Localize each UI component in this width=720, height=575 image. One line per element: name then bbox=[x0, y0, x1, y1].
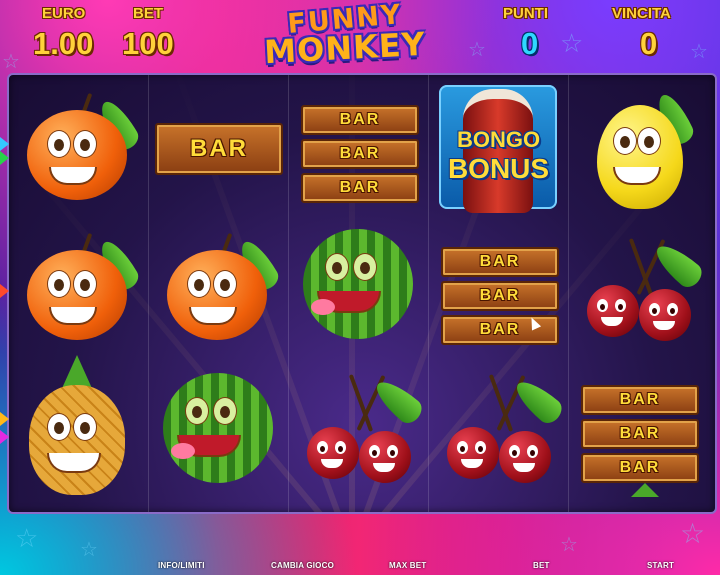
payline-marker bbox=[0, 412, 9, 426]
payline-marker bbox=[0, 137, 9, 151]
symbol-orange bbox=[149, 215, 288, 355]
reel-3: BAR BAR BAR bbox=[289, 75, 429, 512]
punti-label: PUNTI bbox=[503, 5, 548, 22]
star-decoration: ☆ bbox=[680, 518, 706, 549]
star-decoration: ☆ bbox=[690, 41, 708, 63]
max-bet-button[interactable]: MAX BET bbox=[389, 561, 426, 570]
vincita-label: VINCITA bbox=[612, 5, 671, 22]
bar-text: BAR bbox=[619, 459, 661, 476]
symbol-bar: BAR bbox=[149, 75, 288, 215]
bar-text: BAR bbox=[339, 111, 381, 128]
symbol-triple-bar: BAR BAR BAR bbox=[429, 215, 568, 355]
bar-text: BAR bbox=[479, 287, 521, 304]
change-game-button[interactable]: CAMBIA GIOCO bbox=[271, 561, 334, 570]
tongue bbox=[171, 443, 195, 459]
symbol-cherries bbox=[289, 355, 428, 495]
symbol-watermelon bbox=[289, 215, 428, 355]
reel-4: BONGO BONUS BAR BAR BAR bbox=[429, 75, 569, 512]
star-decoration: ☆ bbox=[15, 523, 39, 553]
bar-text: BAR bbox=[619, 391, 661, 408]
symbol-watermelon bbox=[149, 355, 288, 495]
bet-button[interactable]: BET bbox=[533, 561, 550, 570]
lemon-body bbox=[597, 105, 683, 209]
symbol-lemon bbox=[569, 75, 708, 215]
symbol-triple-bar: BAR BAR BAR bbox=[289, 75, 428, 215]
info-limits-button[interactable]: INFO/LIMITI bbox=[158, 561, 205, 570]
bar-text: BAR bbox=[479, 253, 521, 270]
bet-value: 100 bbox=[122, 26, 174, 61]
symbol-pineapple bbox=[9, 355, 148, 495]
payline-marker bbox=[0, 151, 9, 165]
payline-marker bbox=[0, 430, 9, 444]
punti-value: 0 bbox=[521, 26, 539, 61]
watermelon-body bbox=[163, 373, 273, 483]
bonus-text: BONUS bbox=[447, 153, 550, 184]
euro-value: 1.00 bbox=[33, 26, 94, 61]
symbol-triple-bar: BAR BAR BAR bbox=[569, 355, 708, 497]
bar-text: BAR bbox=[479, 321, 521, 338]
reels-window: BAR BAR BAR BAR BONGO BONUS BAR BAR BAR … bbox=[7, 73, 717, 514]
vincita-value: 0 bbox=[640, 26, 658, 61]
bar-text: BAR bbox=[339, 179, 381, 196]
reel-1 bbox=[9, 75, 149, 512]
reel-2: BAR bbox=[149, 75, 289, 512]
symbol-bongo-bonus: BONGO BONUS bbox=[429, 75, 568, 215]
bar-plate: BAR bbox=[155, 123, 283, 175]
reel-5: BAR BAR BAR bbox=[569, 75, 708, 512]
star-decoration: ☆ bbox=[468, 39, 486, 61]
game-logo: FUNNY MONKEY bbox=[240, 0, 450, 71]
bet-label: BET bbox=[133, 5, 163, 22]
watermelon-body bbox=[303, 229, 413, 339]
pineapple-body bbox=[29, 385, 125, 495]
bar-text: BAR bbox=[619, 425, 661, 442]
bar-text: BAR bbox=[190, 135, 248, 162]
bar-text: BAR bbox=[339, 145, 381, 162]
pineapple-crown bbox=[631, 483, 659, 497]
star-decoration: ☆ bbox=[2, 51, 20, 73]
symbol-orange bbox=[9, 215, 148, 355]
start-button[interactable]: START bbox=[647, 561, 674, 570]
star-decoration: ☆ bbox=[560, 534, 578, 556]
euro-label: EURO bbox=[42, 5, 86, 22]
symbol-cherries bbox=[429, 355, 568, 495]
symbol-cherries bbox=[569, 215, 708, 355]
bongo-text-1: BONGO bbox=[456, 127, 541, 152]
star-decoration: ☆ bbox=[560, 28, 584, 58]
payline-marker bbox=[0, 284, 9, 298]
bottom-control-bar: INFO/LIMITI CAMBIA GIOCO MAX BET BET STA… bbox=[0, 556, 720, 575]
tongue bbox=[311, 299, 335, 315]
symbol-orange bbox=[9, 75, 148, 215]
